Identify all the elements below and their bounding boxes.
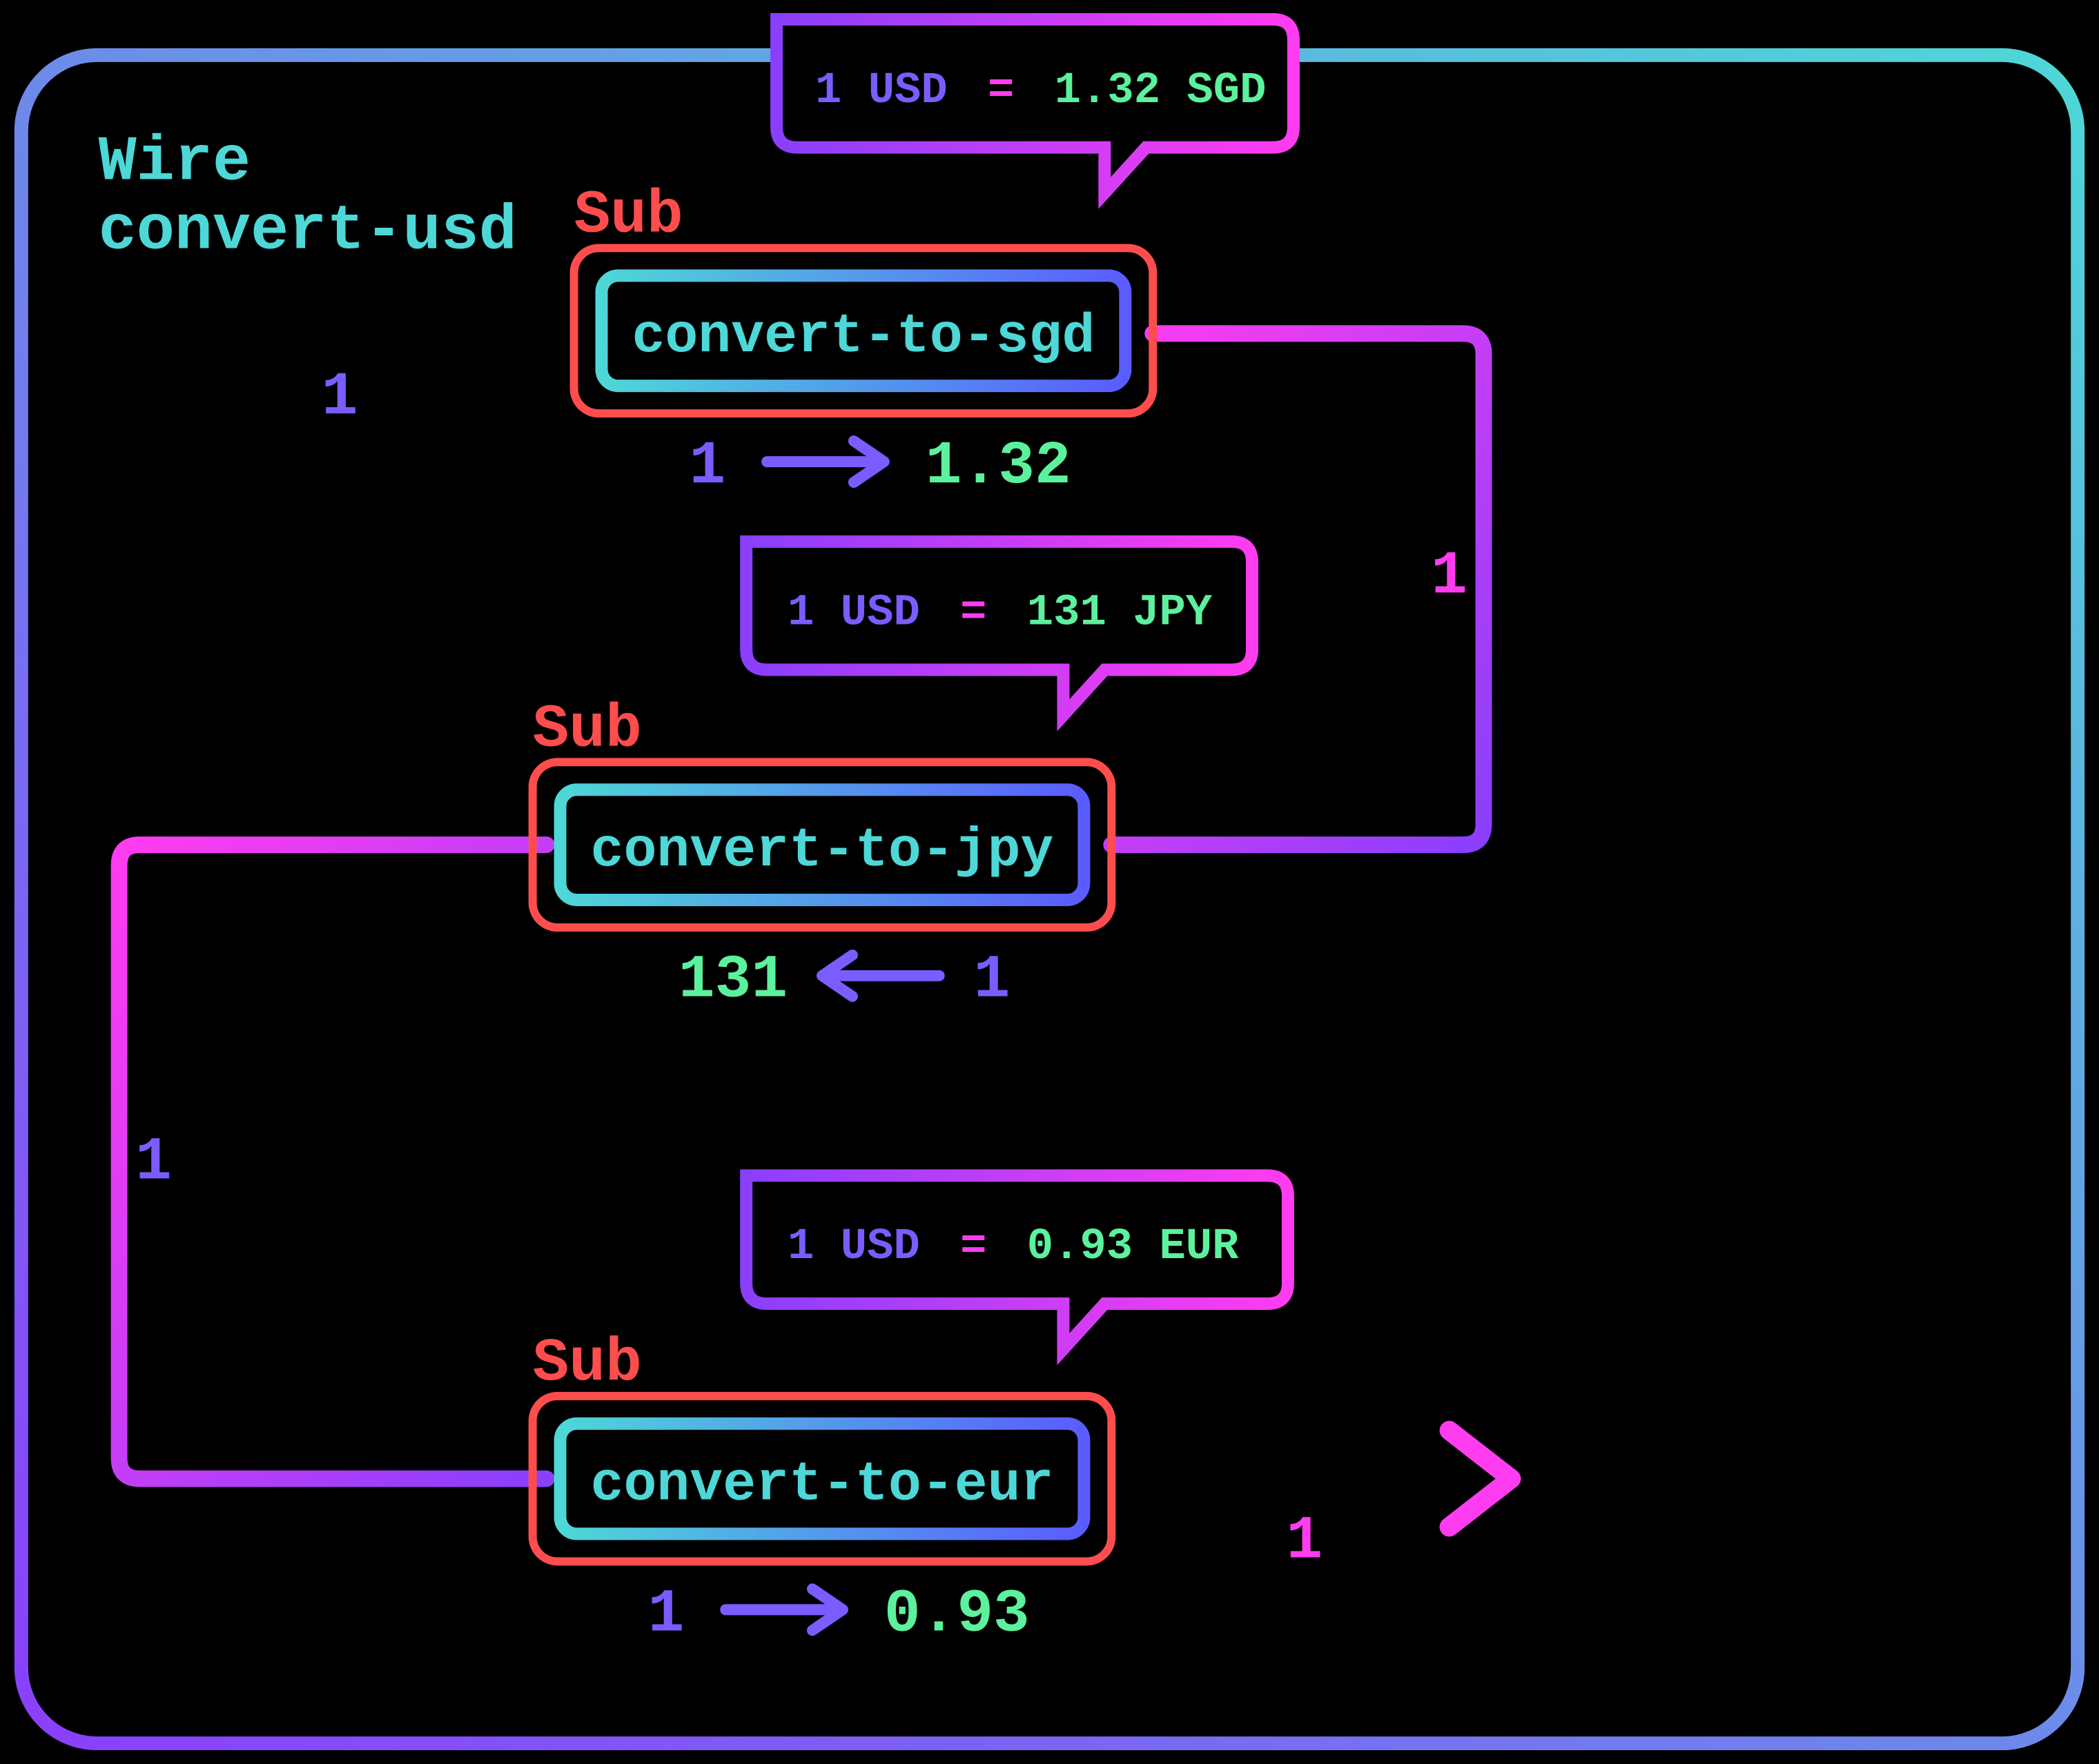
tooltip-jpy-left: 1 USD (788, 589, 920, 638)
io-sgd-left: 1 (690, 433, 726, 501)
sub-label-sgd: Sub (574, 182, 683, 250)
svg-text:1 USD = 1.32 S: 1 USD = 1.32 SGD (815, 66, 1266, 116)
node-jpy: 1 USD = 131 JPY Sub convert-to-jpy 131 1 (533, 542, 1252, 1015)
frame-title-line2: convert-usd (99, 195, 517, 267)
tooltip-sgd-right: 1.32 SGD (1055, 66, 1267, 116)
io-sgd-right: 1.32 (926, 433, 1071, 501)
tooltip-eur-right: 0.93 EUR (1027, 1222, 1239, 1272)
sub-label-jpy: Sub (533, 696, 642, 764)
node-eur: 1 USD = 0.93 EUR Sub convert-to-eur 1 0.… (533, 1175, 1288, 1649)
wire-value-2: 1 (1431, 543, 1467, 611)
io-jpy-right: 1 (974, 947, 1011, 1015)
io-row-jpy: 131 1 (678, 947, 1010, 1015)
wire-value-4: 1 (1287, 1507, 1323, 1576)
tooltip-eur-left: 1 USD (788, 1222, 920, 1272)
wire-seg3 (119, 845, 547, 1479)
io-jpy-left: 131 (678, 947, 788, 1015)
wire-value-3: 1 (135, 1128, 172, 1197)
tooltip-sgd-left: 1 USD (815, 66, 948, 116)
node-eur-name: convert-to-eur (591, 1454, 1054, 1516)
node-sgd-name: convert-to-sgd (632, 306, 1095, 368)
wire-value-1: 1 (322, 364, 358, 432)
tooltip-eur: 1 USD = 0.93 EUR (746, 1175, 1288, 1349)
svg-text:1 USD = 131 JP: 1 USD = 131 JPY (788, 589, 1213, 638)
node-jpy-name: convert-to-jpy (591, 820, 1054, 882)
node-sgd: 1 USD = 1.32 SGD Sub convert-to-sgd 1 1.… (574, 19, 1293, 501)
frame-title-line1: Wire (99, 127, 251, 199)
io-row-sgd: 1 1.32 (690, 433, 1071, 501)
tooltip-jpy-right: 131 JPY (1027, 589, 1213, 638)
tooltip-jpy: 1 USD = 131 JPY (746, 542, 1252, 716)
io-row-eur: 1 0.93 (648, 1580, 1030, 1649)
tooltip-sgd: 1 USD = 1.32 SGD (777, 19, 1293, 193)
io-eur-left: 1 (648, 1580, 685, 1649)
io-eur-right: 0.93 (884, 1580, 1030, 1649)
sub-label-eur: Sub (533, 1330, 642, 1398)
